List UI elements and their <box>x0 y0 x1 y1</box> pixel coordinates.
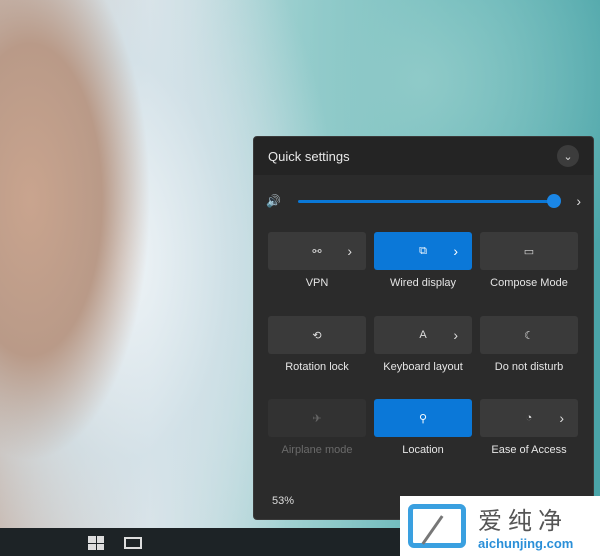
vpn-icon: ⚯ <box>312 245 322 258</box>
do-not-disturb-icon: ☾ <box>524 329 534 342</box>
tile-rotation-lock[interactable]: ⟲ <box>268 316 366 354</box>
tile-label: Airplane mode <box>281 444 353 456</box>
battery-percentage: 53% <box>272 495 295 507</box>
ease-of-access-icon: ◔ <box>525 412 533 424</box>
rotation-lock-icon: ⟲ <box>312 329 322 342</box>
compose-mode-icon: ▭ <box>523 245 535 258</box>
tile-label: Keyboard layout <box>383 361 463 373</box>
tile-label: Location <box>402 444 444 456</box>
watermark-logo <box>408 504 466 548</box>
chevron-right-icon[interactable]: › <box>559 410 564 426</box>
tile-compose-mode[interactable]: ▭ <box>480 232 578 270</box>
watermark-cn: 爱纯净 <box>478 507 568 535</box>
watermark: 爱纯净 aichunjing.com <box>400 496 600 556</box>
chevron-down-icon[interactable]: ⌄ <box>557 145 579 167</box>
airplane-mode-icon: ✈ <box>312 412 322 425</box>
watermark-en: aichunjing.com <box>478 536 574 551</box>
tile-label: Compose Mode <box>490 277 568 289</box>
tile-keyboard-layout[interactable]: A › <box>374 316 472 354</box>
chevron-right-icon[interactable]: › <box>453 327 458 343</box>
wired-display-icon: ⧉ <box>419 244 427 257</box>
tile-location[interactable]: ⚲ <box>374 399 472 437</box>
tile-label: Wired display <box>389 277 457 289</box>
tile-label: Ease of Access <box>491 444 567 456</box>
tile-airplane-mode[interactable]: ✈ <box>268 399 366 437</box>
chevron-right-icon[interactable]: › <box>453 243 458 259</box>
tile-label: Rotation lock <box>285 361 349 373</box>
panel-header: Quick settings ⌄ <box>254 137 593 175</box>
tile-vpn[interactable]: ⚯ › <box>268 232 366 270</box>
tile-do-not-disturb[interactable]: ☾ <box>480 316 578 354</box>
volume-slider-thumb[interactable] <box>547 193 561 208</box>
tile-ease-of-access[interactable]: ◔ › <box>480 399 578 437</box>
volume-row: 🔊 › <box>266 193 581 209</box>
keyboard-layout-icon: A <box>419 329 427 341</box>
panel-title: Quick settings <box>268 148 350 164</box>
tile-label: Do not disturb <box>494 361 564 373</box>
quick-settings-panel: Quick settings ⌄ 🔊 › ⚯ › VPN ⧉ › Wired displa… <box>253 136 594 520</box>
windows-start-icon[interactable] <box>88 536 104 550</box>
speaker-icon[interactable]: 🔊 <box>266 194 298 208</box>
location-icon: ⚲ <box>418 412 428 425</box>
tile-label: VPN <box>305 277 329 289</box>
task-view-icon[interactable] <box>124 537 142 549</box>
volume-slider[interactable] <box>298 193 561 208</box>
tile-wired-display[interactable]: ⧉ › <box>374 232 472 270</box>
chevron-right-icon[interactable]: › <box>347 243 352 259</box>
